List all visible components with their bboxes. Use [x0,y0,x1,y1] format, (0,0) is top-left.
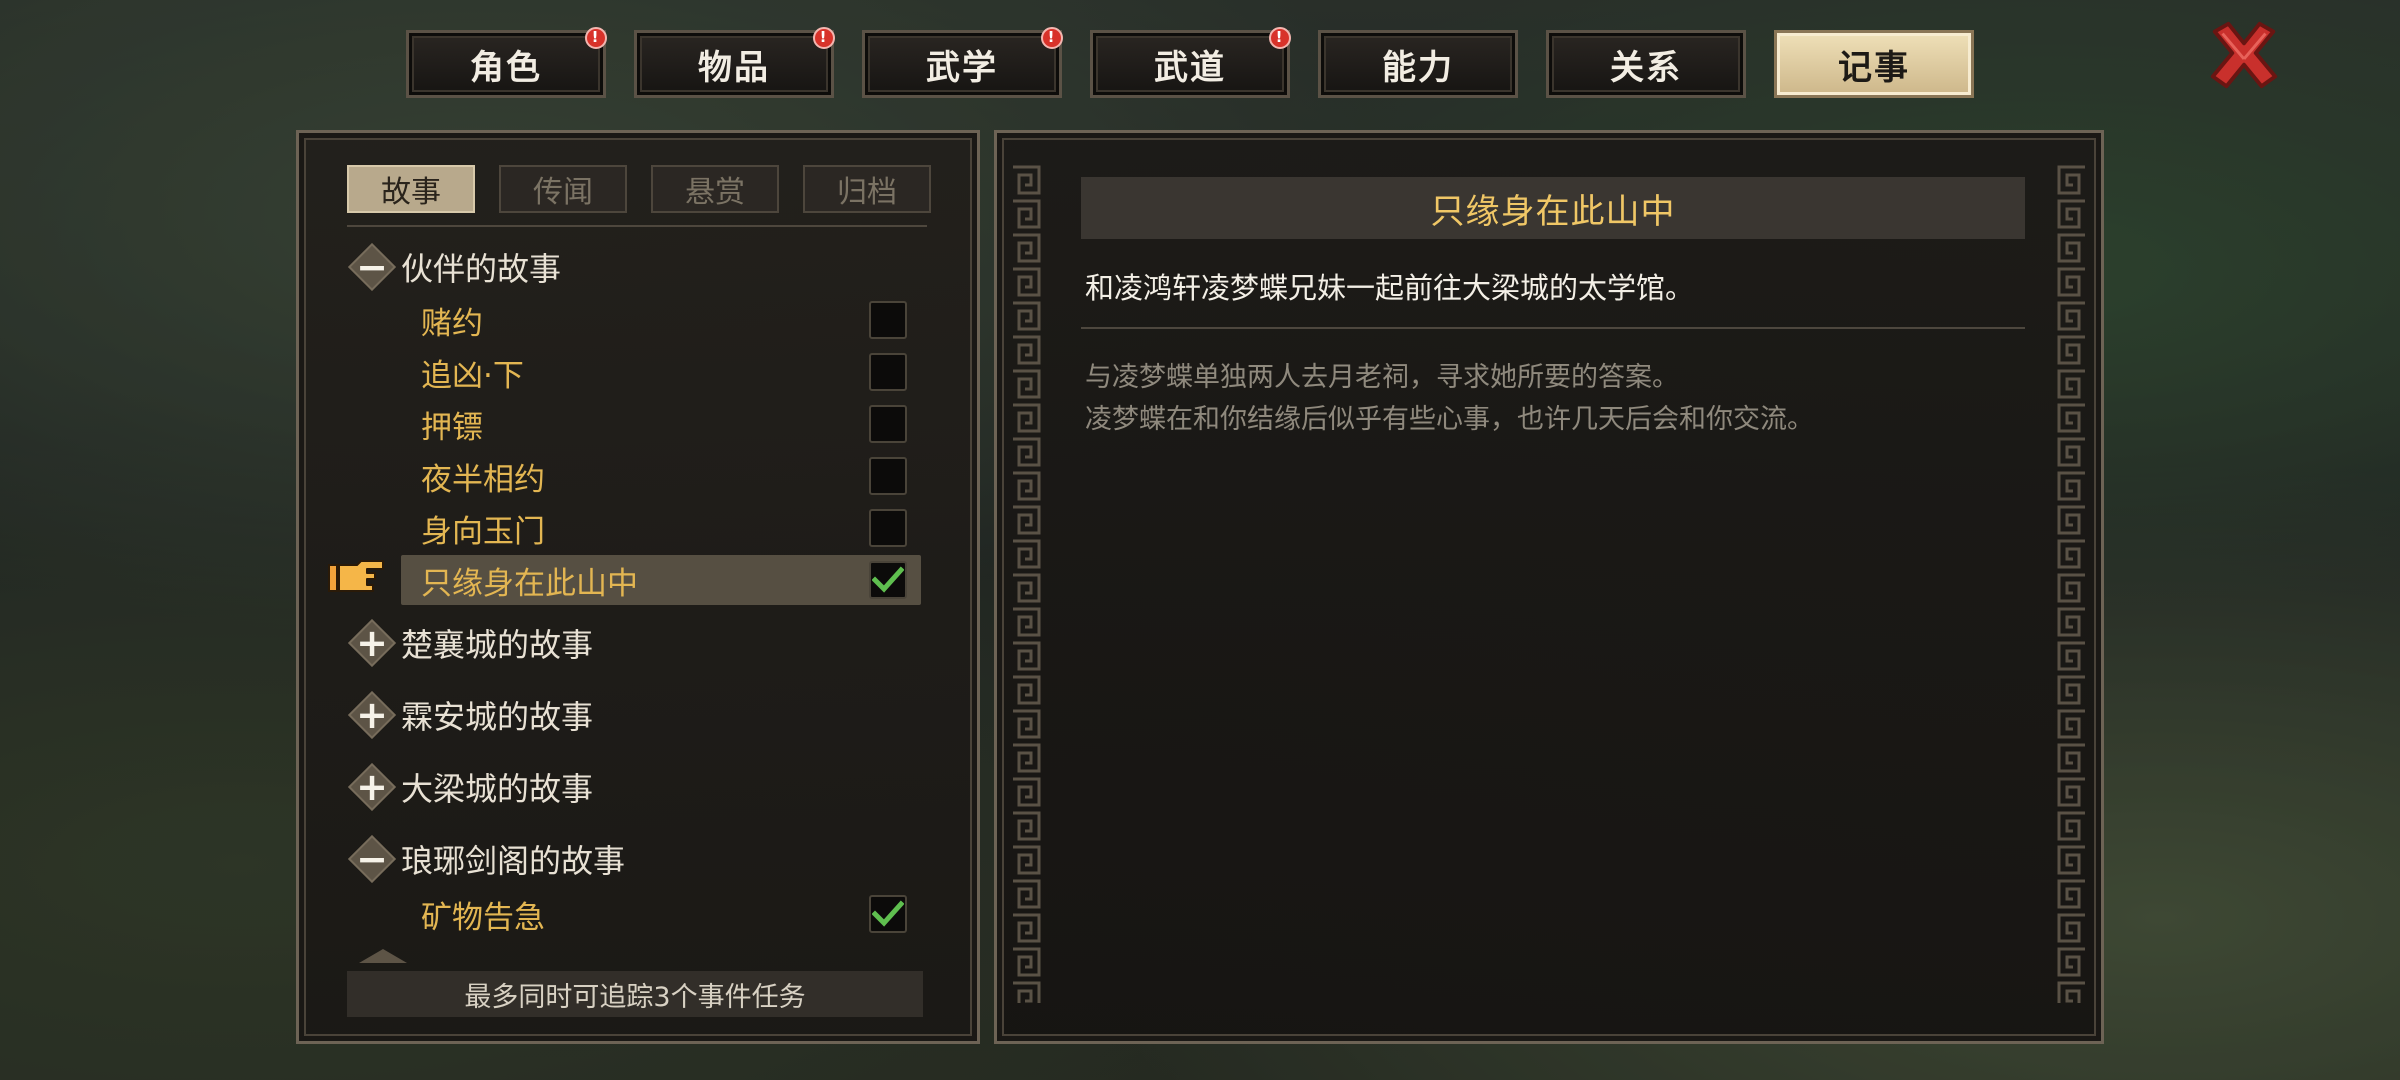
track-checkbox[interactable] [869,353,907,391]
list-item[interactable]: 夜半相约 [401,451,921,501]
fret-border-right [2055,163,2089,1003]
tab-abilities[interactable]: 能力 [1318,30,1518,98]
subtab-label: 传闻 [533,175,593,210]
track-checkbox[interactable] [869,301,907,339]
divider [347,225,927,227]
alert-badge: ! [813,27,835,49]
close-icon[interactable] [2205,16,2283,94]
tab-martial-way[interactable]: 武道 ! [1090,27,1291,98]
alert-badge: ! [585,27,607,49]
tab-label: 武道 [1154,47,1226,88]
quest-list-panel: 故事 传闻 悬赏 归档 − 伙伴的故事 赌约 追凶·下 押镖 夜半相约 身向玉门… [296,130,980,1044]
group-daliang-story[interactable]: + 大梁城的故事 [347,761,907,813]
tab-items[interactable]: 物品 ! [634,27,835,98]
checkmark-icon [872,900,904,927]
alert-badge: ! [1041,27,1063,49]
group-linan-story[interactable]: + 霖安城的故事 [347,689,907,741]
tab-label: 武学 [926,47,998,88]
collapse-icon[interactable]: − [347,834,397,884]
checkmark-icon [872,566,904,593]
list-item-selected[interactable]: 只缘身在此山中 [401,555,921,605]
tab-label: 记事 [1838,47,1910,88]
subtab-label: 悬赏 [685,175,745,210]
list-item[interactable]: 追凶·下 [401,347,921,397]
group-partners-story[interactable]: − 伙伴的故事 [347,241,907,293]
list-item[interactable]: 赌约 [401,295,921,345]
scroll-more-indicator [359,949,407,963]
expand-icon[interactable]: + [347,762,397,812]
group-label: 霖安城的故事 [401,698,594,736]
quest-summary: 和凌鸿轩凌梦蝶兄妹一起前往大梁城的太学馆。 [1085,271,1695,305]
tab-label: 角色 [470,47,542,88]
subtab-story[interactable]: 故事 [347,165,475,213]
tracking-limit-note: 最多同时可追踪3个事件任务 [347,971,923,1017]
subtab-bounties[interactable]: 悬赏 [651,165,779,213]
subtab-label: 故事 [381,175,441,210]
pointing-hand-icon [328,560,384,592]
track-checkbox[interactable] [869,561,907,599]
list-item[interactable]: 矿物告急 [401,889,921,939]
tab-label: 关系 [1610,47,1682,88]
group-label: 伙伴的故事 [401,250,562,288]
track-checkbox[interactable] [869,895,907,933]
subtab-archive[interactable]: 归档 [803,165,931,213]
group-chuxiang-story[interactable]: + 楚襄城的故事 [347,617,907,669]
group-label: 楚襄城的故事 [401,626,594,664]
track-checkbox[interactable] [869,405,907,443]
quest-detail-panel: 只缘身在此山中 和凌鸿轩凌梦蝶兄妹一起前往大梁城的太学馆。 与凌梦蝶单独两人去月… [994,130,2104,1044]
subtab-rumors[interactable]: 传闻 [499,165,627,213]
list-item[interactable]: 押镖 [401,399,921,449]
quest-label: 夜半相约 [421,461,545,498]
quest-log-line: 与凌梦蝶单独两人去月老祠，寻求她所要的答案。 [1085,362,1679,393]
collapse-icon[interactable]: − [347,242,397,292]
tab-character[interactable]: 角色 ! [406,27,607,98]
subtab-label: 归档 [837,175,897,210]
quest-log-line: 凌梦蝶在和你结缘后似乎有些心事，也许几天后会和你交流。 [1085,404,1814,435]
group-label: 大梁城的故事 [401,770,594,808]
quest-label: 追凶·下 [421,357,524,394]
expand-icon[interactable]: + [347,618,397,668]
quest-label: 矿物告急 [421,899,545,936]
tab-label: 物品 [698,47,770,88]
tab-relations[interactable]: 关系 [1546,30,1746,98]
quest-label: 只缘身在此山中 [421,565,638,602]
quest-label: 赌约 [421,305,483,342]
track-checkbox[interactable] [869,509,907,547]
group-langya-story[interactable]: − 琅琊剑阁的故事 [347,833,907,885]
alert-badge: ! [1269,27,1291,49]
expand-icon[interactable]: + [347,690,397,740]
group-label: 琅琊剑阁的故事 [401,842,626,880]
divider [1081,327,2025,329]
tab-martial-arts[interactable]: 武学 ! [862,27,1063,98]
fret-border-left [1009,163,1043,1003]
quest-label: 身向玉门 [421,513,545,550]
tab-journal[interactable]: 记事 [1774,30,1974,98]
quest-label: 押镖 [421,409,483,446]
list-item[interactable]: 身向玉门 [401,503,921,553]
track-checkbox[interactable] [869,457,907,495]
quest-title: 只缘身在此山中 [1081,177,2025,239]
tab-label: 能力 [1382,47,1454,88]
